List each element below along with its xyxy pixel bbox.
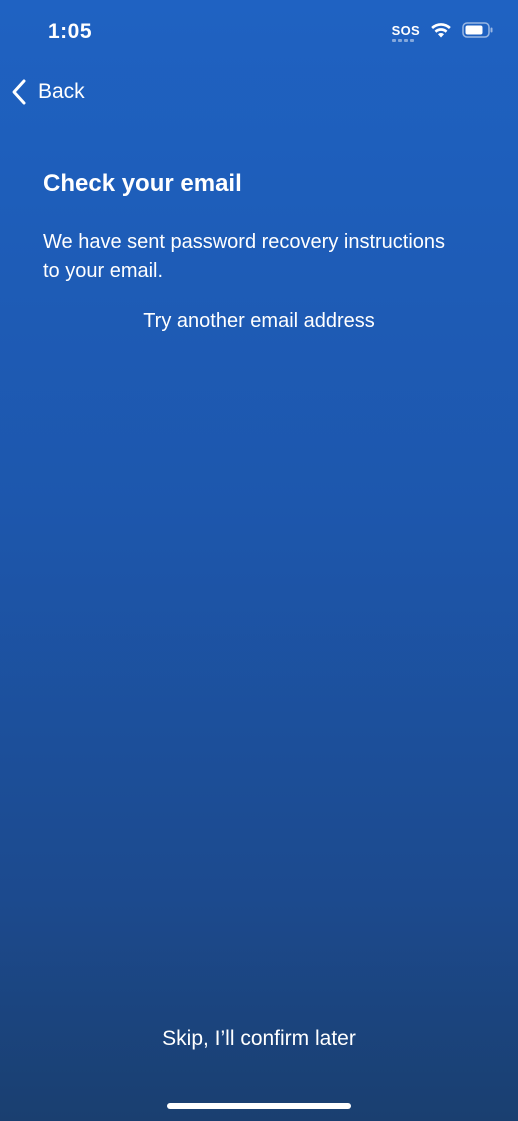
wifi-icon	[430, 22, 452, 38]
status-bar: 1:05 SOS	[0, 0, 518, 66]
signal-bars-icon	[391, 38, 414, 42]
status-indicators: SOS	[391, 22, 494, 42]
home-indicator[interactable]	[167, 1103, 351, 1109]
battery-icon	[462, 22, 494, 38]
chevron-left-icon	[10, 78, 28, 106]
page-title: Check your email	[43, 170, 242, 197]
back-label: Back	[38, 80, 85, 103]
status-time: 1:05	[48, 20, 93, 43]
skip-confirm-later-link[interactable]: Skip, I’ll confirm later	[0, 1027, 518, 1051]
back-button[interactable]: Back	[10, 74, 85, 110]
recovery-instructions-text: We have sent password recovery instructi…	[43, 231, 446, 282]
sos-label: SOS	[391, 22, 420, 38]
try-another-email-link[interactable]: Try another email address	[0, 310, 518, 333]
sos-indicator: SOS	[391, 22, 420, 42]
check-email-screen: 1:05 SOS Back Check your email We have s…	[0, 0, 518, 1121]
